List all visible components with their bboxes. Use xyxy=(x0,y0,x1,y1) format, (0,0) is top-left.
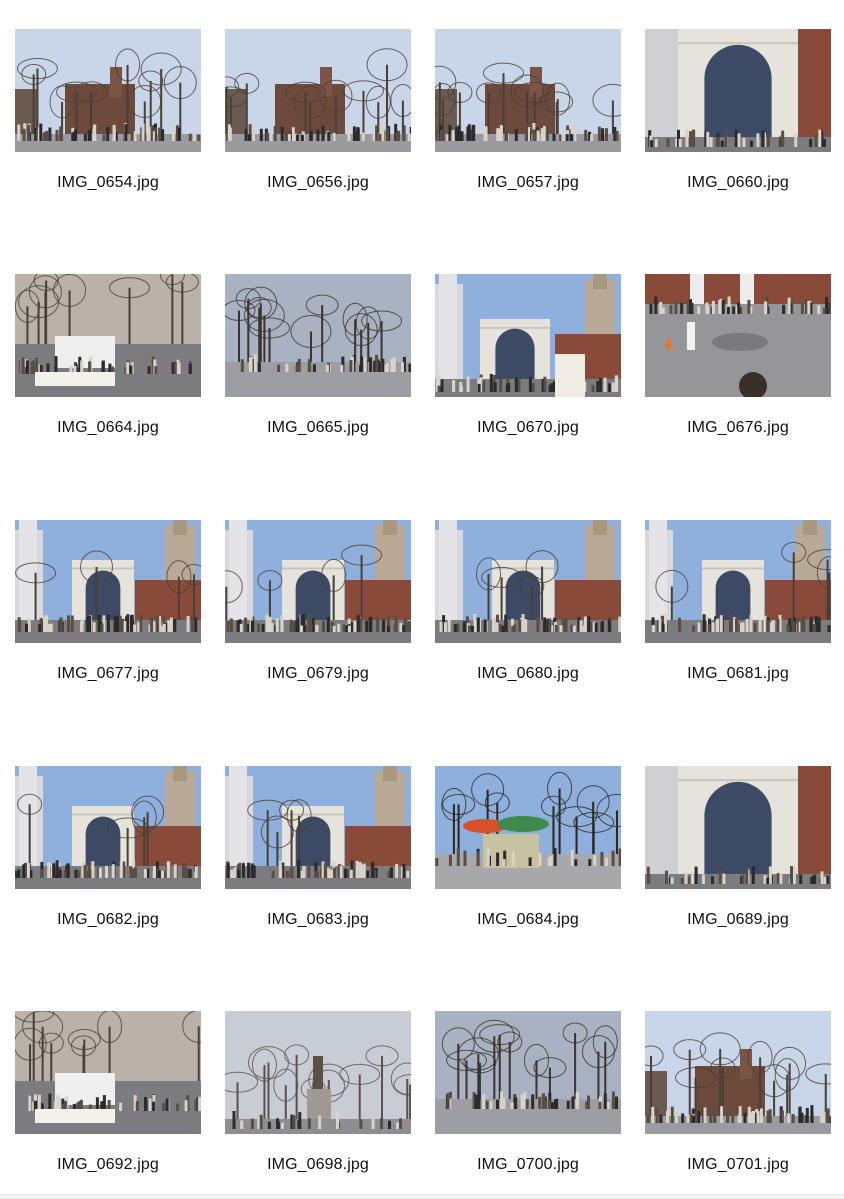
file-item[interactable]: IMG_0656.jpg xyxy=(225,29,411,152)
image-thumbnail[interactable] xyxy=(15,1011,201,1134)
file-item[interactable]: IMG_0657.jpg xyxy=(435,29,621,152)
file-item[interactable]: IMG_0684.jpg xyxy=(435,766,621,889)
file-name-label[interactable]: IMG_0676.jpg xyxy=(645,419,831,437)
image-thumbnail[interactable] xyxy=(225,29,411,152)
image-thumbnail[interactable] xyxy=(645,29,831,152)
file-name-label[interactable]: IMG_0660.jpg xyxy=(645,174,831,192)
file-name-label[interactable]: IMG_0679.jpg xyxy=(225,665,411,683)
image-thumbnail[interactable] xyxy=(15,274,201,397)
file-item[interactable]: IMG_0654.jpg xyxy=(15,29,201,152)
file-name-label[interactable]: IMG_0656.jpg xyxy=(225,174,411,192)
file-name-label[interactable]: IMG_0698.jpg xyxy=(225,1156,411,1174)
image-thumbnail[interactable] xyxy=(435,274,621,397)
file-name-label[interactable]: IMG_0692.jpg xyxy=(15,1156,201,1174)
file-name-label[interactable]: IMG_0683.jpg xyxy=(225,911,411,929)
file-thumbnail-grid: IMG_0654.jpg IMG_0656.jpg IMG_0657.jpg xyxy=(0,0,844,1198)
file-item[interactable]: IMG_0680.jpg xyxy=(435,520,621,643)
file-item[interactable]: IMG_0692.jpg xyxy=(15,1011,201,1134)
file-name-label[interactable]: IMG_0664.jpg xyxy=(15,419,201,437)
file-name-label[interactable]: IMG_0665.jpg xyxy=(225,419,411,437)
image-thumbnail[interactable] xyxy=(225,766,411,889)
file-name-label[interactable]: IMG_0681.jpg xyxy=(645,665,831,683)
image-thumbnail[interactable] xyxy=(15,520,201,643)
file-item[interactable]: IMG_0681.jpg xyxy=(645,520,831,643)
file-name-label[interactable]: IMG_0682.jpg xyxy=(15,911,201,929)
image-thumbnail[interactable] xyxy=(435,1011,621,1134)
file-name-label[interactable]: IMG_0701.jpg xyxy=(645,1156,831,1174)
image-thumbnail[interactable] xyxy=(645,1011,831,1134)
file-item[interactable]: IMG_0679.jpg xyxy=(225,520,411,643)
image-thumbnail[interactable] xyxy=(15,29,201,152)
file-item[interactable]: IMG_0683.jpg xyxy=(225,766,411,889)
file-name-label[interactable]: IMG_0657.jpg xyxy=(435,174,621,192)
file-item[interactable]: IMG_0689.jpg xyxy=(645,766,831,889)
file-item[interactable]: IMG_0670.jpg xyxy=(435,274,621,397)
image-thumbnail[interactable] xyxy=(645,274,831,397)
image-thumbnail[interactable] xyxy=(645,766,831,889)
image-thumbnail[interactable] xyxy=(435,766,621,889)
file-item[interactable]: IMG_0664.jpg xyxy=(15,274,201,397)
image-thumbnail[interactable] xyxy=(225,1011,411,1134)
file-name-label[interactable]: IMG_0654.jpg xyxy=(15,174,201,192)
file-name-label[interactable]: IMG_0680.jpg xyxy=(435,665,621,683)
file-name-label[interactable]: IMG_0700.jpg xyxy=(435,1156,621,1174)
image-thumbnail[interactable] xyxy=(225,520,411,643)
image-thumbnail[interactable] xyxy=(225,274,411,397)
file-item[interactable]: IMG_0677.jpg xyxy=(15,520,201,643)
image-thumbnail[interactable] xyxy=(15,766,201,889)
file-item[interactable]: IMG_0665.jpg xyxy=(225,274,411,397)
window-bottom-edge xyxy=(0,1194,844,1199)
image-thumbnail[interactable] xyxy=(645,520,831,643)
file-item[interactable]: IMG_0660.jpg xyxy=(645,29,831,152)
file-item[interactable]: IMG_0676.jpg xyxy=(645,274,831,397)
file-item[interactable]: IMG_0682.jpg xyxy=(15,766,201,889)
file-name-label[interactable]: IMG_0689.jpg xyxy=(645,911,831,929)
file-item[interactable]: IMG_0701.jpg xyxy=(645,1011,831,1134)
file-name-label[interactable]: IMG_0670.jpg xyxy=(435,419,621,437)
file-item[interactable]: IMG_0700.jpg xyxy=(435,1011,621,1134)
file-name-label[interactable]: IMG_0677.jpg xyxy=(15,665,201,683)
image-thumbnail[interactable] xyxy=(435,520,621,643)
file-name-label[interactable]: IMG_0684.jpg xyxy=(435,911,621,929)
file-item[interactable]: IMG_0698.jpg xyxy=(225,1011,411,1134)
image-thumbnail[interactable] xyxy=(435,29,621,152)
